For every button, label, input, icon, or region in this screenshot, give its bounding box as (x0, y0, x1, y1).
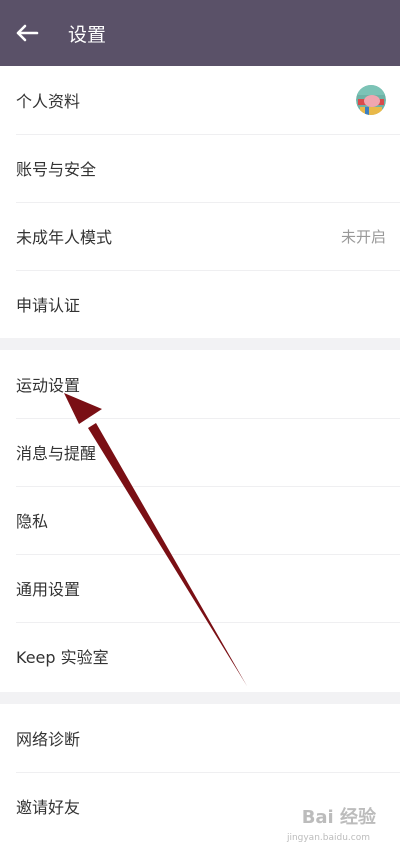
watermark-logo: Bai 经验 (301, 807, 376, 828)
row-label: Keep 实验室 (16, 648, 109, 667)
avatar (356, 85, 386, 115)
row-apply-verification[interactable]: 申请认证 (0, 270, 400, 338)
row-label: 账号与安全 (16, 160, 97, 179)
row-network-diagnosis[interactable]: 网络诊断 (0, 704, 400, 772)
row-keep-lab[interactable]: Keep 实验室 (0, 622, 400, 690)
row-status-value: 未开启 (340, 227, 386, 246)
row-label: 通用设置 (16, 580, 81, 599)
settings-group-app: 运动设置 消息与提醒 隐私 通用设置 Keep 实验室 (0, 350, 400, 692)
row-label: 隐私 (16, 512, 49, 531)
watermark-url: jingyan.baidu.com (286, 833, 370, 843)
settings-group-misc: 网络诊断 邀请好友 (0, 704, 400, 853)
row-profile[interactable]: 个人资料 (0, 66, 400, 134)
row-minor-mode[interactable]: 未成年人模式 未开启 (0, 202, 400, 270)
row-label: 未成年人模式 (16, 228, 113, 247)
row-account-security[interactable]: 账号与安全 (0, 134, 400, 202)
row-privacy[interactable]: 隐私 (0, 486, 400, 554)
row-label: 运动设置 (16, 376, 81, 395)
row-label: 个人资料 (16, 92, 81, 111)
row-general-settings[interactable]: 通用设置 (0, 554, 400, 622)
row-label: 消息与提醒 (16, 444, 97, 463)
settings-group-account: 个人资料 账号与安全 未成年人模式 未开启 申请认证 (0, 66, 400, 338)
row-notifications[interactable]: 消息与提醒 (0, 418, 400, 486)
row-label: 邀请好友 (16, 798, 81, 817)
back-button[interactable] (0, 0, 54, 66)
row-label: 申请认证 (16, 296, 81, 315)
arrow-left-icon (16, 24, 39, 42)
page-title: 设置 (68, 23, 107, 46)
row-sport-settings[interactable]: 运动设置 (0, 350, 400, 418)
top-bar: 设置 (0, 0, 400, 66)
row-label: 网络诊断 (16, 730, 81, 749)
